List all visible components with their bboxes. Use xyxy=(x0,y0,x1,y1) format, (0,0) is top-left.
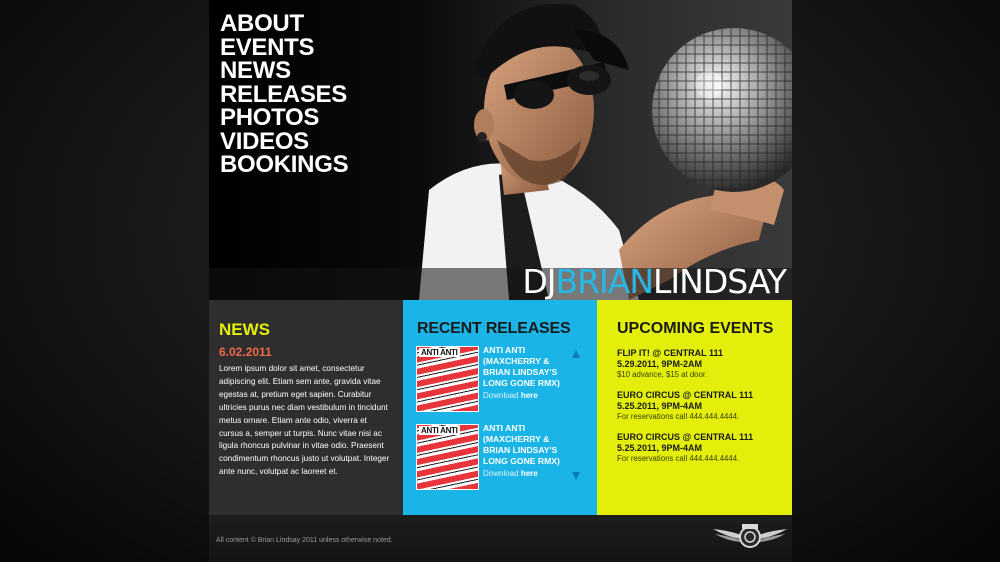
logo-last-name: LINDSAY xyxy=(653,262,787,300)
nav-news[interactable]: NEWS xyxy=(220,59,348,83)
release-download: Download here xyxy=(483,469,538,478)
release-item: ANTI ANTI ANTI ANTI (MAXCHERRY & BRIAN L… xyxy=(416,423,586,490)
nav-about[interactable]: ABOUT xyxy=(220,12,348,36)
events-panel: UPCOMING EVENTS FLIP IT! @ CENTRAL 111 5… xyxy=(597,300,792,515)
download-label: Download xyxy=(483,469,519,478)
news-heading: NEWS xyxy=(219,320,270,339)
event-note: For reservations call 444.444.4444. xyxy=(617,412,740,421)
download-link[interactable]: here xyxy=(521,469,538,478)
event-name: EURO CIRCUS @ CENTRAL 111 xyxy=(617,390,754,400)
nav-releases[interactable]: RELEASES xyxy=(220,82,348,107)
scroll-up-arrow-icon[interactable]: ▲ xyxy=(569,346,583,360)
site-container: ABOUT EVENTS NEWS RELEASES PHOTOS VIDEOS… xyxy=(209,0,792,562)
release-cover-label: ANTI ANTI xyxy=(419,348,460,357)
download-link[interactable]: here xyxy=(521,391,538,400)
event-name: FLIP IT! @ CENTRAL 111 xyxy=(617,348,723,358)
nav-videos[interactable]: VIDEOS xyxy=(220,129,348,154)
release-item: ANTI ANTI ANTI ANTI (MAXCHERRY & BRIAN L… xyxy=(416,345,586,412)
event-date: 5.25.2011, 9PM-4AM xyxy=(617,443,703,453)
nav-events[interactable]: EVENTS xyxy=(220,35,348,60)
releases-panel: RECENT RELEASES ANTI ANTI ANTI ANTI (MAX… xyxy=(403,300,597,515)
news-body: Lorem ipsum dolor sit amet, consectetur … xyxy=(219,364,390,477)
events-heading: UPCOMING EVENTS xyxy=(617,320,774,337)
release-cover-label: ANTI ANTI xyxy=(419,426,460,435)
event-note: $10 advance, $15 at door. xyxy=(617,370,708,379)
releases-heading: RECENT RELEASES xyxy=(417,320,571,337)
news-date: 6.02.2011 xyxy=(219,345,272,359)
event-item[interactable]: EURO CIRCUS @ CENTRAL 111 5.25.2011, 9PM… xyxy=(617,432,787,464)
scroll-down-arrow-icon[interactable]: ▼ xyxy=(569,468,583,482)
copyright-text: All content © Brian Lindsay 2011 unless … xyxy=(216,537,393,544)
nav-photos[interactable]: PHOTOS xyxy=(220,106,348,130)
release-title: ANTI ANTI (MAXCHERRY & BRIAN LINDSAY'S L… xyxy=(483,423,560,466)
site-logo[interactable]: DJBRIANLINDSAY xyxy=(522,262,787,300)
event-item[interactable]: FLIP IT! @ CENTRAL 111 5.29.2011, 9PM-2A… xyxy=(617,348,787,380)
event-item[interactable]: EURO CIRCUS @ CENTRAL 111 5.25.2011, 9PM… xyxy=(617,390,787,422)
release-title: ANTI ANTI (MAXCHERRY & BRIAN LINDSAY'S L… xyxy=(483,345,560,388)
winged-logo-icon[interactable] xyxy=(711,521,789,551)
download-label: Download xyxy=(483,391,519,400)
event-note: For reservations call 444.444.4444. xyxy=(617,454,740,463)
dj-photo xyxy=(419,3,792,300)
release-cover[interactable]: ANTI ANTI xyxy=(416,346,479,412)
logo-first-name: BRIAN xyxy=(555,262,654,300)
event-date: 5.25.2011, 9PM-4AM xyxy=(617,401,703,411)
hero-banner: ABOUT EVENTS NEWS RELEASES PHOTOS VIDEOS… xyxy=(209,0,792,300)
news-panel: NEWS 6.02.2011 Lorem ipsum dolor sit ame… xyxy=(209,300,403,515)
logo-dj: DJ xyxy=(522,262,556,300)
event-date: 5.29.2011, 9PM-2AM xyxy=(617,359,703,369)
footer: All content © Brian Lindsay 2011 unless … xyxy=(209,515,792,562)
main-nav: ABOUT EVENTS NEWS RELEASES PHOTOS VIDEOS… xyxy=(220,12,349,177)
event-name: EURO CIRCUS @ CENTRAL 111 xyxy=(617,432,754,442)
release-download: Download here xyxy=(483,391,538,400)
nav-bookings[interactable]: BOOKINGS xyxy=(220,153,349,177)
release-cover[interactable]: ANTI ANTI xyxy=(416,424,479,490)
